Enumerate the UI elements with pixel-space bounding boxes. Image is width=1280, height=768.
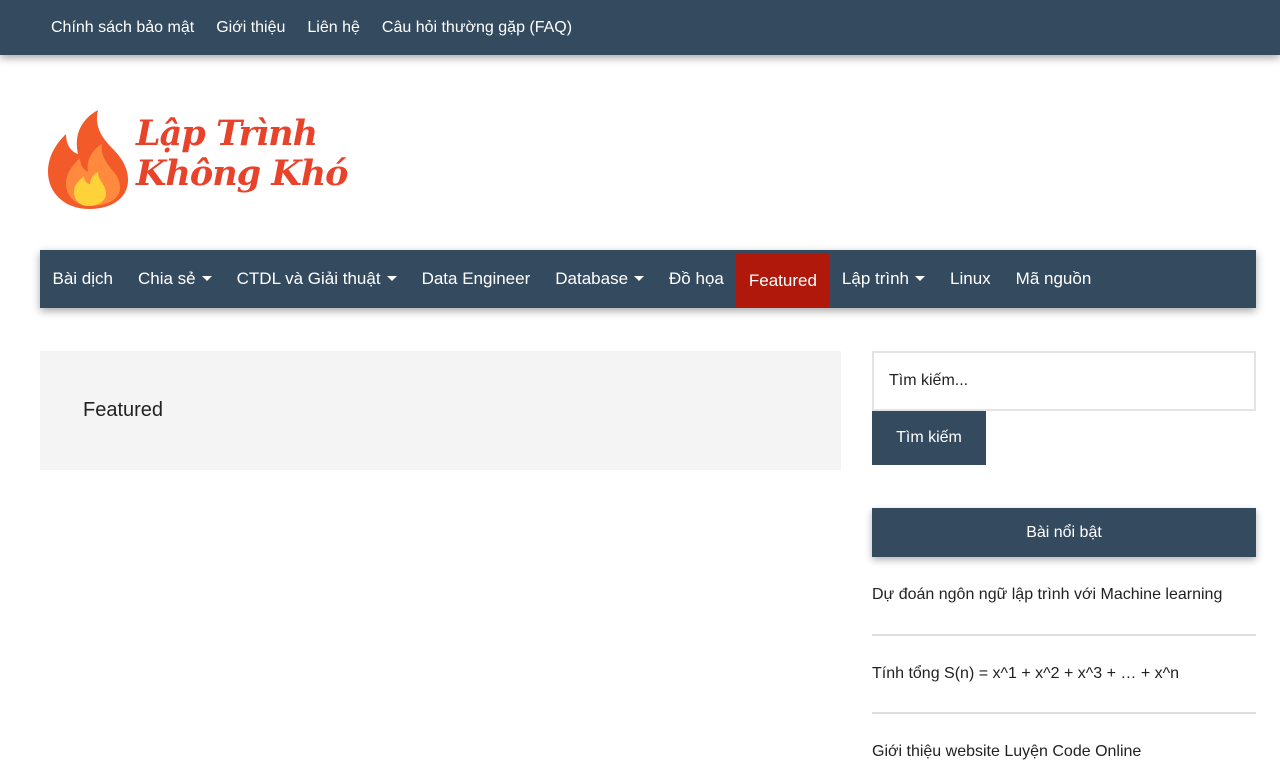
featured-post-link[interactable]: Giới thiệu website Luyện Code Online <box>872 714 1256 768</box>
flame-icon <box>48 110 128 209</box>
nav-item-label: Bài dịch <box>52 269 113 288</box>
nav-item-label: Đồ họa <box>669 269 724 288</box>
caret-down-icon <box>201 275 212 281</box>
nav-item-featured[interactable]: Featured <box>736 253 830 308</box>
featured-post-link[interactable]: Tính tổng S(n) = x^1 + x^2 + x^3 + … + x… <box>872 636 1256 714</box>
logo-line-1: Lập Trình <box>136 113 318 154</box>
nav-item-ctdl-giai-thuat[interactable]: CTDL và Giải thuật <box>224 250 409 308</box>
caret-down-icon <box>386 275 397 281</box>
search-input[interactable] <box>872 351 1256 411</box>
nav-item-label: CTDL và Giải thuật <box>236 269 381 288</box>
nav-item-ma-nguon[interactable]: Mã nguồn <box>1003 250 1104 308</box>
category-header: Featured <box>40 351 841 470</box>
nav-item-chia-se[interactable]: Chia sẻ <box>125 250 224 308</box>
nav-item-label: Lập trình <box>841 269 910 288</box>
search-button[interactable]: Tìm kiếm <box>872 411 986 465</box>
top-navigation: Chính sách bảo mật Giới thiệu Liên hệ Câ… <box>0 0 1280 55</box>
top-nav-link-about[interactable]: Giới thiệu <box>205 0 296 55</box>
featured-posts-widget-title: Bài nổi bật <box>872 508 1256 557</box>
logo-text: Lập Trình Không Khó <box>136 113 349 194</box>
nav-item-data-engineer[interactable]: Data Engineer <box>409 250 543 308</box>
nav-item-label: Featured <box>748 270 817 290</box>
top-nav-link-privacy[interactable]: Chính sách bảo mật <box>40 0 205 55</box>
nav-item-label: Linux <box>950 269 991 288</box>
caret-down-icon <box>915 275 926 281</box>
nav-item-do-hoa[interactable]: Đồ họa <box>657 250 737 308</box>
nav-item-label: Data Engineer <box>421 269 531 288</box>
logo-line-2: Không Khó <box>136 153 349 194</box>
main-navigation: Bài dịch Chia sẻ CTDL và Giải thuật Data… <box>40 250 1256 308</box>
featured-post-link[interactable]: Dự đoán ngôn ngữ lập trình với Machine l… <box>872 557 1256 636</box>
nav-item-label: Database <box>555 269 629 288</box>
caret-down-icon <box>634 275 645 281</box>
top-nav-link-faq[interactable]: Câu hỏi thường gặp (FAQ) <box>371 0 583 55</box>
nav-item-label: Chia sẻ <box>137 269 196 288</box>
site-logo[interactable]: Lập Trình Không Khó <box>44 106 349 211</box>
page-title: Featured <box>83 399 164 421</box>
featured-posts-list: Dự đoán ngôn ngữ lập trình với Machine l… <box>872 557 1256 768</box>
nav-item-label: Mã nguồn <box>1015 269 1092 288</box>
nav-item-linux[interactable]: Linux <box>938 250 1004 308</box>
nav-item-database[interactable]: Database <box>543 250 657 308</box>
nav-item-bai-dich[interactable]: Bài dịch <box>40 250 125 308</box>
top-nav-link-contact[interactable]: Liên hệ <box>296 0 371 55</box>
nav-item-lap-trinh[interactable]: Lập trình <box>829 250 937 308</box>
